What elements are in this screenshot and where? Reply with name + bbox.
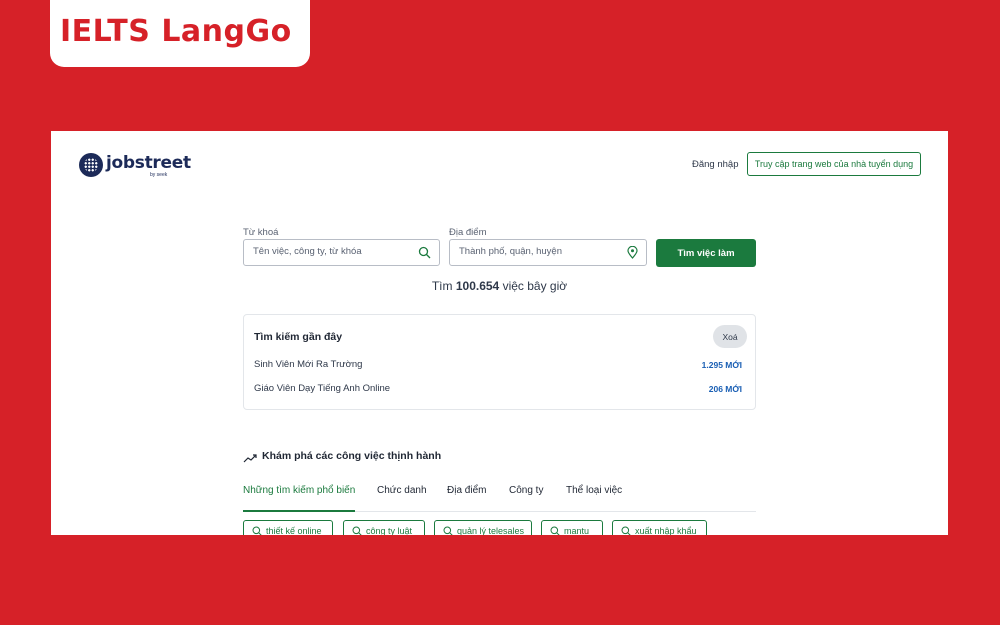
recent-searches-panel: Tìm kiếm gần đây Xoá Sinh Viên Mới Ra Tr… [243, 314, 756, 410]
job-count-value: 100.654 [455, 279, 500, 293]
tab-locations[interactable]: Địa điểm [447, 485, 486, 510]
chip-label: công ty luật [366, 526, 413, 535]
jobstreet-logo-icon [79, 153, 103, 177]
tab-categories[interactable]: Thể loại việc [566, 485, 622, 510]
tab-popular-searches[interactable]: Những tìm kiếm phổ biến [243, 485, 356, 512]
search-icon [352, 526, 362, 535]
recent-search-new-count[interactable]: 1.295 MỚI [702, 360, 742, 370]
location-input[interactable] [459, 246, 609, 257]
chip-label: xuất nhập khẩu [635, 526, 697, 535]
search-icon [550, 526, 560, 535]
trending-icon [243, 451, 257, 469]
recent-search-new-count[interactable]: 206 MỚI [709, 384, 742, 394]
search-icon [252, 526, 262, 535]
location-pin-icon [627, 245, 638, 264]
keyword-field[interactable] [243, 239, 440, 266]
recent-searches-title: Tìm kiếm gần đây [254, 331, 343, 343]
search-icon[interactable] [418, 246, 431, 264]
search-icon [621, 526, 631, 535]
tab-companies[interactable]: Công ty [509, 485, 543, 510]
keyword-label: Từ khoá [243, 227, 279, 238]
chip-label: mantu [564, 526, 590, 535]
search-button[interactable]: Tìm việc làm [656, 239, 756, 267]
location-field[interactable] [449, 239, 647, 266]
location-label: Địa điểm [449, 227, 487, 238]
login-link[interactable]: Đăng nhập [692, 159, 738, 170]
recent-search-item[interactable]: Giáo Viên Dạy Tiếng Anh Online [254, 383, 390, 394]
jobstreet-logo[interactable]: jobstreet by seek [79, 153, 191, 181]
popular-search-chip[interactable]: mantu [541, 520, 603, 535]
popular-search-chip[interactable]: xuất nhập khẩu [612, 520, 707, 535]
explore-tabs: Những tìm kiếm phổ biến Chức danh Địa đi… [243, 485, 756, 512]
recent-search-item[interactable]: Sinh Viên Mới Ra Trường [254, 359, 362, 370]
employer-site-button[interactable]: Truy cập trang web của nhà tuyển dụng [747, 152, 921, 176]
popular-search-chip[interactable]: thiết kế online [243, 520, 333, 535]
job-count-prefix: Tìm [431, 279, 453, 293]
search-icon [443, 526, 453, 535]
job-count: Tìm 100.654 việc bây giờ [51, 279, 948, 293]
tab-job-titles[interactable]: Chức danh [377, 485, 427, 510]
chip-label: thiết kế online [266, 526, 322, 535]
popular-search-chip[interactable]: quản lý telesales [434, 520, 532, 535]
keyword-input[interactable] [253, 246, 403, 257]
explore-title: Khám phá các công việc thịnh hành [262, 450, 442, 462]
logo-word: jobstreet [106, 153, 191, 173]
popular-search-chip[interactable]: công ty luật [343, 520, 425, 535]
clear-recent-button[interactable]: Xoá [713, 325, 747, 348]
jobstreet-screenshot: jobstreet by seek Đăng nhập Truy cập tra… [51, 131, 948, 535]
logo-sub: by seek [150, 172, 168, 178]
chip-label: quản lý telesales [457, 526, 525, 535]
job-count-suffix: việc bây giờ [502, 279, 568, 293]
brand-logo: IELTS LangGo [60, 14, 292, 49]
